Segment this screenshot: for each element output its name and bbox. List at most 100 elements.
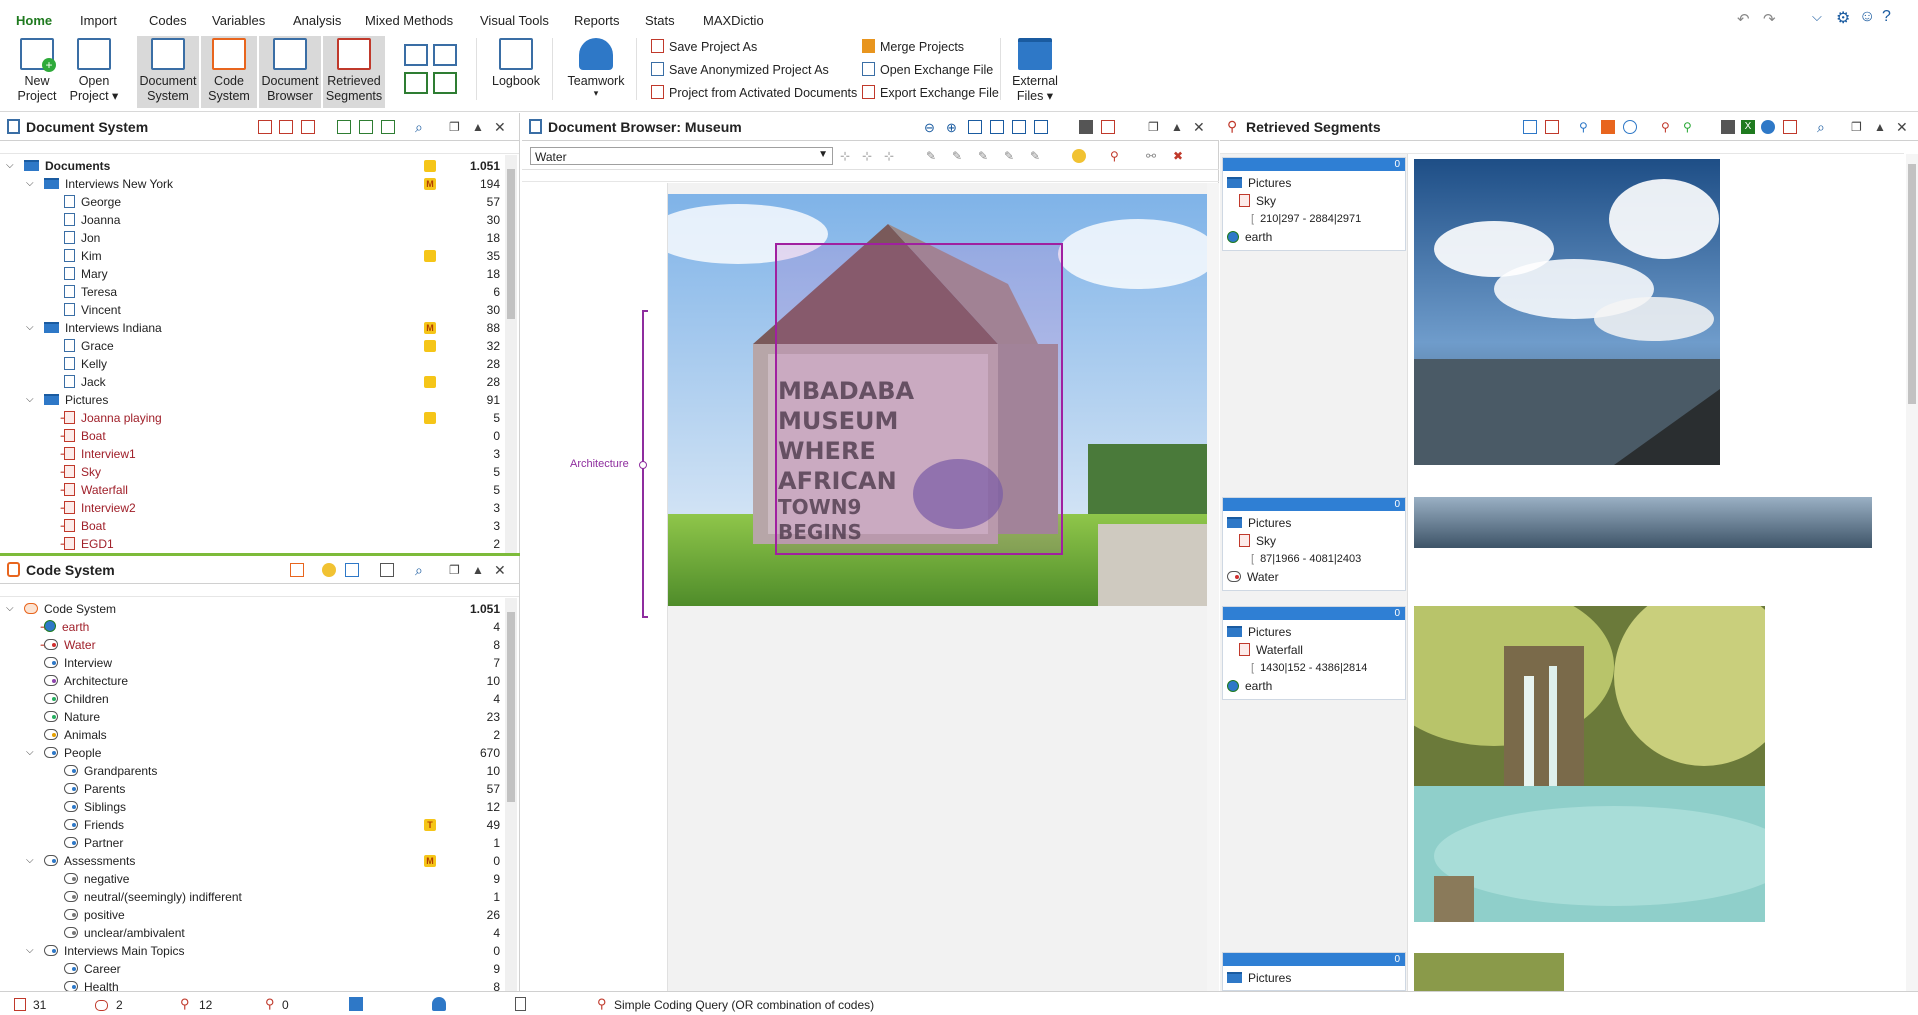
close-icon[interactable]: ✕ (1193, 120, 1207, 134)
waterfall-image[interactable] (1374, 586, 1794, 922)
expand-toggle-icon[interactable]: ⌵ (26, 744, 34, 762)
code-filter-icon[interactable]: ⚲ (1579, 120, 1593, 134)
code-select[interactable]: Water ▼ (530, 147, 833, 165)
list-item[interactable]: ➜Waterfall5 (0, 481, 500, 499)
list-item[interactable]: ➜Interview13 (0, 445, 500, 463)
expand-toggle-icon[interactable]: ⌵ (6, 600, 14, 618)
maximize-icon[interactable]: ▲ (1171, 120, 1185, 134)
tab-analysis[interactable]: Analysis (293, 13, 341, 28)
layout-1-icon[interactable] (404, 44, 428, 66)
list-item[interactable]: George 57 (0, 193, 500, 211)
list-item[interactable]: Jack 28 (0, 373, 500, 391)
open-project-button[interactable]: Open Project ▾ (68, 38, 120, 104)
list-item[interactable]: ⌵ Assessments M 0 (0, 852, 500, 870)
list-item[interactable]: ➜Joanna playing5 (0, 409, 500, 427)
layout-4-icon[interactable] (433, 72, 457, 94)
gear-icon[interactable]: ⚙ (1836, 8, 1850, 28)
emoticon-icon[interactable] (1072, 149, 1086, 163)
memo-icon[interactable]: M (424, 855, 436, 867)
project-from-activated-button[interactable]: Project from Activated Documents (651, 84, 857, 102)
table-icon[interactable] (1523, 120, 1537, 134)
list-item[interactable]: Partner 1 (0, 834, 500, 852)
code-icon[interactable] (1601, 120, 1615, 134)
float-window-icon[interactable]: ❐ (1851, 120, 1865, 134)
list-item[interactable]: Architecture 10 (0, 672, 500, 690)
list-item[interactable]: ➜Water8 (0, 636, 500, 654)
list-item[interactable]: Grandparents 10 (0, 762, 500, 780)
segment-card[interactable]: 0 Pictures (1222, 952, 1406, 991)
list-item[interactable]: Parents 57 (0, 780, 500, 798)
memo-icon[interactable]: M (424, 322, 436, 334)
scrollbar-thumb[interactable] (507, 612, 515, 802)
fit-icon[interactable] (1012, 120, 1026, 134)
new-project-button[interactable]: + New Project (12, 38, 62, 104)
export-icon[interactable] (1101, 120, 1115, 134)
logbook-button[interactable]: Logbook (490, 38, 542, 89)
delete-coding-icon[interactable]: ✖ (1173, 149, 1187, 163)
external-files-button[interactable]: External Files ▾ (1008, 38, 1062, 104)
scrollbar[interactable] (1906, 154, 1918, 991)
print-icon[interactable] (1721, 120, 1735, 134)
scrollbar-thumb[interactable] (507, 169, 515, 319)
segment-card[interactable]: 0 Pictures Waterfall [1430|152 - 4386|28… (1222, 606, 1406, 700)
fit-width-icon[interactable] (990, 120, 1004, 134)
cloud-icon[interactable] (1623, 120, 1637, 134)
teamwork-button[interactable]: Teamwork ▾ (564, 38, 628, 98)
export-exchange-button[interactable]: Export Exchange File (862, 84, 999, 102)
list-item[interactable]: Mary 18 (0, 265, 500, 283)
save-project-as-button[interactable]: Save Project As (651, 38, 757, 56)
tab-stats[interactable]: Stats (645, 13, 675, 28)
layout-3-icon[interactable] (404, 72, 428, 94)
merge-projects-button[interactable]: Merge Projects (862, 38, 964, 56)
zoom-in-icon[interactable]: ⊕ (946, 120, 960, 135)
print-icon[interactable] (1079, 120, 1093, 134)
tab-home[interactable]: Home (0, 13, 69, 35)
memo-icon[interactable] (424, 376, 436, 388)
expand-toggle-icon[interactable]: ⌵ (26, 175, 34, 193)
list-item[interactable]: negative 9 (0, 870, 500, 888)
search-icon[interactable]: ⌕ (1817, 120, 1831, 134)
user-icon[interactable] (349, 997, 363, 1011)
layout-2-icon[interactable] (433, 44, 457, 66)
layout-grid-buttons[interactable] (404, 44, 458, 96)
pin-icon[interactable]: ⚲ (1110, 149, 1124, 163)
code-label[interactable]: Architecture (570, 458, 629, 470)
list-item[interactable]: Jon 18 (0, 229, 500, 247)
highlighter-icon[interactable]: ✎ (1030, 149, 1044, 163)
list-item[interactable]: Career 9 (0, 960, 500, 978)
scrollbar-thumb[interactable] (1908, 164, 1916, 404)
list-item[interactable]: ⌵ People 670 (0, 744, 500, 762)
highlighter-icon[interactable]: ✎ (1004, 149, 1018, 163)
memo-icon[interactable] (424, 160, 436, 172)
code-add-icon[interactable]: ⊹ (862, 149, 876, 163)
fit-page-icon[interactable] (968, 120, 982, 134)
chevron-down-icon[interactable]: ⌵ (1812, 9, 1822, 25)
highlighter-icon[interactable]: ✎ (978, 149, 992, 163)
sort-icon[interactable] (1034, 120, 1048, 134)
list-item[interactable]: ➜Boat3 (0, 517, 500, 535)
close-icon[interactable]: ✕ (1896, 120, 1910, 134)
list-item[interactable]: Nature 23 (0, 708, 500, 726)
document-system-button[interactable]: Document System (137, 36, 199, 108)
activate-icon[interactable]: ⚲ (1661, 120, 1675, 134)
scrollbar[interactable] (1207, 183, 1219, 991)
code-remove-icon[interactable]: ⊹ (884, 149, 898, 163)
tab-import[interactable]: Import (80, 13, 117, 28)
float-window-icon[interactable]: ❐ (1148, 120, 1162, 134)
add-icon[interactable]: ⚲ (1683, 120, 1697, 134)
redo-icon[interactable]: ↷ (1763, 10, 1776, 28)
save-anonymized-button[interactable]: Save Anonymized Project As (651, 61, 829, 79)
water-image[interactable] (1414, 497, 1872, 548)
list-item[interactable]: ⌵ Interviews Main Topics 0 (0, 942, 500, 960)
expand-toggle-icon[interactable]: ⌵ (26, 852, 34, 870)
expand-toggle-icon[interactable]: ⌵ (26, 319, 34, 337)
excel-icon[interactable]: X (1741, 120, 1755, 134)
list-item[interactable]: ➜Sky5 (0, 463, 500, 481)
scrollbar[interactable] (505, 598, 517, 991)
museum-image[interactable]: MBADABA MUSEUM WHERE AFRICAN TOWN9 BEGIN… (668, 194, 1214, 606)
segment-card[interactable]: 0 Pictures Sky [87|1966 - 4081|2403 Wate… (1222, 497, 1406, 591)
tab-reports[interactable]: Reports (574, 13, 620, 28)
highlighter-icon[interactable]: ✎ (926, 149, 940, 163)
query-mode-label[interactable]: Simple Coding Query (OR combination of c… (614, 998, 874, 1012)
list-item[interactable]: Health 8 (0, 978, 500, 991)
